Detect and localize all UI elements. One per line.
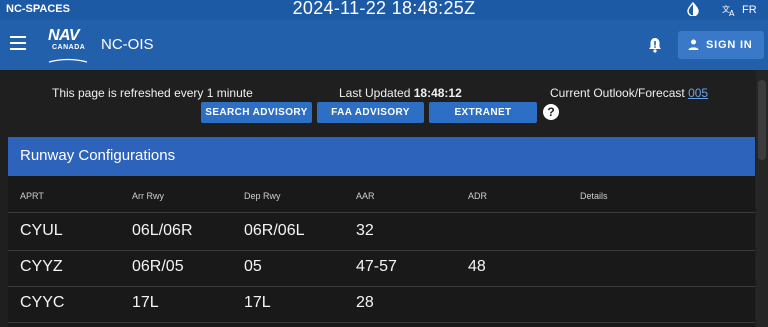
outlook-link[interactable]: 005 [688,86,708,100]
cell-arr-rwy: 06R/05 [132,258,184,275]
last-updated-label: Last Updated [339,86,411,100]
sign-in-button[interactable]: SIGN IN [678,31,764,59]
menu-icon[interactable] [10,36,28,52]
row-divider [8,322,755,323]
cell-aprt: CYYZ [20,258,63,275]
sign-in-label: SIGN IN [706,39,753,51]
panel-title: Runway Configurations [20,147,176,164]
faa-advisory-button[interactable]: FAA ADVISORY [317,102,424,123]
last-updated: Last Updated 18:48:12 [339,86,462,100]
system-bar: NC-SPACES 2024-11-22 18:48:25Z 文 A FR [0,0,768,20]
search-advisory-button[interactable]: SEARCH ADVISORY [201,102,312,123]
column-header-aar[interactable]: AAR [356,191,375,201]
column-header-dep-rwy[interactable]: Dep Rwy [244,191,281,201]
utc-clock: 2024-11-22 18:48:25Z [292,0,476,18]
cell-adr: 48 [468,258,486,275]
language-toggle[interactable]: FR [742,4,757,16]
logo-swoosh-icon [48,58,88,63]
cell-aar: 47-57 [356,258,397,275]
notification-bell-icon[interactable] [646,36,664,54]
row-divider [8,286,755,287]
translate-icon[interactable]: 文 A [722,3,736,16]
cell-aar: 32 [356,222,374,239]
scrollbar-thumb[interactable] [758,80,766,160]
svg-text:A: A [729,9,735,16]
cell-arr-rwy: 06L/06R [132,222,193,239]
cell-dep-rwy: 05 [244,258,262,275]
contrast-icon[interactable] [686,2,700,16]
person-icon [688,39,699,50]
cell-dep-rwy: 17L [244,294,271,311]
last-updated-time: 18:48:12 [413,86,462,100]
column-header-arr-rwy[interactable]: Arr Rwy [132,191,164,201]
header-divider [8,212,755,213]
cell-dep-rwy: 06R/06L [244,222,305,239]
app-title: NC-OIS [101,36,154,53]
help-icon[interactable]: ? [543,104,559,120]
cell-aprt: CYUL [20,222,63,239]
app-header: NAV CANADA NC-OIS SIGN IN [0,20,768,70]
row-divider [8,250,755,251]
nav-canada-logo[interactable]: NAV CANADA [48,27,92,63]
cell-aprt: CYYC [20,294,65,311]
logo-nav-text: NAV [48,27,80,44]
cell-aar: 28 [356,294,374,311]
current-outlook: Current Outlook/Forecast 005 [550,86,708,100]
outlook-label: Current Outlook/Forecast [550,86,685,100]
column-header-adr[interactable]: ADR [468,191,487,201]
extranet-button[interactable]: EXTRANET [429,102,537,123]
runway-configurations-panel: Runway Configurations APRT Arr Rwy Dep R… [8,137,755,327]
panel-header: Runway Configurations [8,137,755,176]
column-header-aprt[interactable]: APRT [20,191,44,201]
logo-canada-text: CANADA [52,44,86,51]
page-scrollbar[interactable] [756,70,768,327]
column-header-details[interactable]: Details [580,191,608,201]
cell-arr-rwy: 17L [132,294,159,311]
main-content: This page is refreshed every 1 minute La… [8,78,756,327]
refresh-note: This page is refreshed every 1 minute [52,86,253,100]
